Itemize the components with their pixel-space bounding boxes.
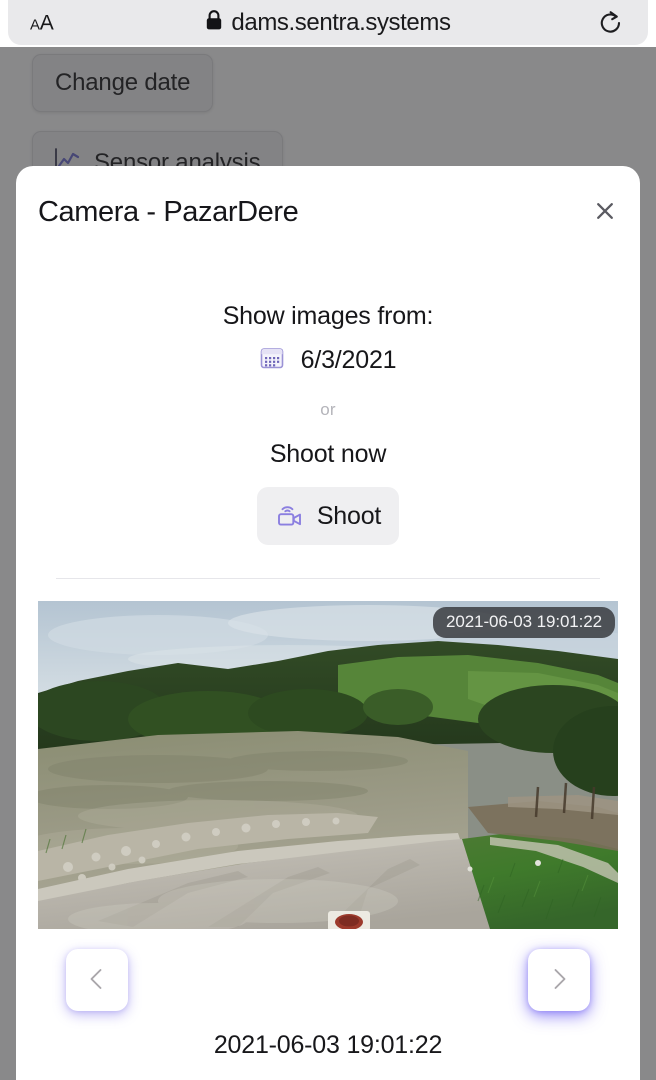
shoot-button-label: Shoot <box>316 501 382 530</box>
photo-navigation <box>38 949 618 1019</box>
or-separator-label: or <box>320 400 336 419</box>
selected-date-value[interactable]: 6/3/2021 <box>301 346 397 375</box>
next-photo-button[interactable] <box>528 949 590 1011</box>
reload-icon[interactable] <box>596 8 626 38</box>
url-text: dams.sentra.systems <box>231 8 451 36</box>
section-divider <box>56 578 600 579</box>
photo-timestamp-badge: 2021-06-03 19:01:22 <box>433 607 615 638</box>
shoot-button[interactable]: Shoot <box>257 487 399 545</box>
close-icon[interactable] <box>586 192 624 230</box>
app-root: Change date Sensor analysis Camera - Paz… <box>0 0 656 1080</box>
browser-chrome: AA dams.sentra.systems <box>0 0 656 47</box>
photo-caption: 2021-06-03 19:01:22 <box>213 1031 443 1059</box>
camera-modal: Camera - PazarDere Show images from: 6/3… <box>16 166 640 1080</box>
url-bar[interactable]: AA dams.sentra.systems <box>8 0 648 45</box>
previous-photo-button[interactable] <box>66 949 128 1011</box>
date-picker-row[interactable]: 6/3/2021 <box>38 346 618 375</box>
chevron-right-icon <box>546 966 572 995</box>
camera-photo[interactable]: 2021-06-03 19:01:22 <box>38 601 618 929</box>
chevron-left-icon <box>84 966 110 995</box>
modal-body: Show images from: 6/3/2021 or Shoot now … <box>16 302 640 1060</box>
video-camera-wifi-icon <box>275 500 305 533</box>
url-display[interactable]: dams.sentra.systems <box>8 9 648 37</box>
modal-header: Camera - PazarDere <box>16 166 640 254</box>
show-images-from-label: Show images from: <box>222 302 434 330</box>
camera-photo-image <box>38 601 618 929</box>
shoot-now-label: Shoot now <box>269 440 387 468</box>
lock-icon <box>205 9 223 36</box>
calendar-icon[interactable] <box>260 346 284 375</box>
modal-title: Camera - PazarDere <box>38 196 299 228</box>
